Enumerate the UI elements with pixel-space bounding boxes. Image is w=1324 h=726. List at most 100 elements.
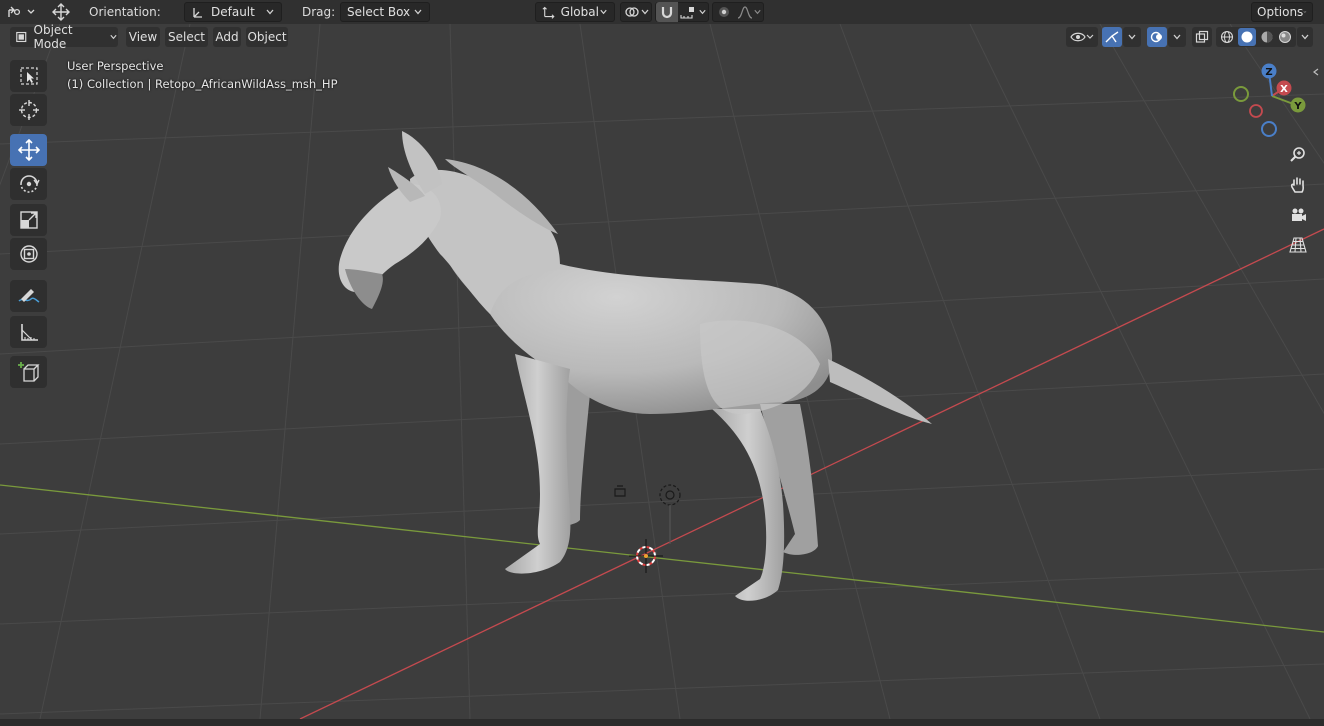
- viewport-header: Object Mode View Select Add Object: [0, 23, 1324, 51]
- snap-toggle[interactable]: [656, 2, 678, 22]
- proportional-edit-group: [712, 2, 764, 22]
- neg-z-axis-handle: [1261, 121, 1277, 137]
- menu-view[interactable]: View: [126, 27, 160, 47]
- scale-tool[interactable]: [10, 204, 47, 236]
- menu-add[interactable]: Add: [213, 27, 241, 47]
- drag-label: Drag:: [302, 5, 336, 19]
- add-cube-icon: [17, 362, 40, 382]
- grid-perspective-icon: [1289, 237, 1307, 253]
- menu-object[interactable]: Object: [246, 27, 288, 47]
- transform-tool[interactable]: [10, 238, 47, 270]
- eye-icon: [1070, 32, 1094, 42]
- options-dropdown[interactable]: Options: [1251, 2, 1313, 22]
- mode-label: Object Mode: [33, 23, 73, 51]
- menu-select[interactable]: Select: [165, 27, 208, 47]
- proportional-edit-icon: [719, 7, 729, 17]
- gizmo-toggle[interactable]: [1102, 27, 1122, 47]
- chevron-down-icon: [414, 9, 422, 15]
- rotate-icon: [19, 175, 40, 193]
- chevron-down-icon: [600, 9, 607, 15]
- object-mode-icon: [16, 31, 27, 43]
- neg-y-axis-handle: [1233, 86, 1249, 102]
- chevron-down-icon: [753, 9, 761, 15]
- overlays-toggle[interactable]: [1147, 27, 1167, 47]
- scale-icon: [19, 211, 38, 229]
- orientation-axis-icon: [193, 8, 202, 18]
- transform-pivot-icon[interactable]: [50, 2, 72, 22]
- camera-view-button[interactable]: [1285, 202, 1311, 228]
- pivot-point-dropdown[interactable]: [620, 2, 652, 22]
- zoom-magnifier-icon: [1290, 147, 1305, 162]
- editor-type-icon: [8, 6, 35, 17]
- pan-button[interactable]: [1285, 172, 1311, 198]
- overlays-icon: [1150, 31, 1162, 43]
- wireframe-shading-icon[interactable]: [1220, 30, 1234, 44]
- cursor-tool[interactable]: [10, 94, 47, 126]
- measure-ruler-icon: [20, 324, 38, 341]
- magnet-icon: [661, 7, 673, 19]
- measure-tool[interactable]: [10, 316, 47, 348]
- rendered-shading-icon[interactable]: [1278, 30, 1292, 44]
- chevron-down-icon: [110, 34, 117, 40]
- viewport-canvas: [0, 24, 1324, 719]
- annotate-tool[interactable]: [10, 280, 47, 312]
- falloff-curve-icon: [737, 6, 752, 19]
- tool-settings-bar: Orientation: Default Drag: Select Box Gl…: [0, 0, 1324, 24]
- xray-icon: [1195, 30, 1209, 43]
- gizmo-dropdown[interactable]: [1123, 27, 1141, 47]
- selectability-visibility-dropdown[interactable]: [1066, 27, 1098, 47]
- solid-shading-icon: [1241, 31, 1253, 43]
- falloff-dropdown[interactable]: [735, 2, 763, 22]
- options-label: Options: [1257, 5, 1304, 19]
- select-box-icon: [19, 67, 38, 85]
- transform-icon: [19, 245, 38, 263]
- rotate-tool[interactable]: [10, 168, 47, 200]
- transform-orientation-value: Global: [560, 5, 599, 19]
- drag-value: Select Box: [347, 5, 411, 19]
- sidebar-toggle-chevron-icon[interactable]: [1311, 67, 1321, 77]
- solid-shading-button[interactable]: [1238, 28, 1256, 46]
- shading-mode-group: [1216, 27, 1296, 47]
- hand-pan-icon: [1290, 177, 1305, 193]
- x-axis-label: X: [1280, 84, 1288, 95]
- view-name: User Perspective: [67, 59, 164, 73]
- gizmo-icon: [1105, 31, 1119, 43]
- add-cube-tool[interactable]: [10, 356, 47, 388]
- 3d-viewport[interactable]: [0, 24, 1324, 719]
- move-tool[interactable]: [10, 134, 47, 166]
- drag-dropdown[interactable]: Select Box: [340, 2, 430, 22]
- ortho-toggle-button[interactable]: [1285, 232, 1311, 258]
- collection-info: (1) Collection | Retopo_AfricanWildAss_m…: [67, 77, 338, 91]
- chevron-down-icon: [1173, 34, 1181, 40]
- chevron-down-icon: [1128, 34, 1136, 40]
- move-icon: [17, 139, 40, 161]
- proportional-edit-toggle[interactable]: [713, 2, 735, 22]
- neg-x-axis-handle: [1249, 104, 1263, 118]
- snap-group: [655, 2, 709, 22]
- overlays-dropdown[interactable]: [1168, 27, 1186, 47]
- transform-orientation-dropdown[interactable]: Global: [535, 2, 615, 22]
- chevron-down-icon: [1303, 11, 1307, 13]
- global-axis-icon: [542, 6, 555, 19]
- xray-toggle[interactable]: [1192, 27, 1212, 47]
- cursor-icon: [18, 100, 39, 120]
- orientation-value: Default: [211, 5, 255, 19]
- navigation-gizmo[interactable]: X Y Z: [1226, 60, 1318, 140]
- pivot-point-icon: [625, 7, 639, 17]
- status-strip: [0, 719, 1324, 726]
- orientation-dropdown[interactable]: Default: [184, 2, 282, 22]
- orientation-label: Orientation:: [89, 5, 161, 19]
- y-axis-label: Y: [1293, 101, 1302, 112]
- material-shading-icon[interactable]: [1260, 30, 1274, 44]
- chevron-down-icon: [698, 9, 706, 15]
- zoom-button[interactable]: [1285, 142, 1311, 168]
- shading-dropdown[interactable]: [1297, 27, 1313, 47]
- chevron-down-icon: [266, 9, 274, 15]
- select-box-tool[interactable]: [10, 60, 47, 92]
- chevron-down-icon: [641, 9, 649, 15]
- snap-target-dropdown[interactable]: [678, 2, 708, 22]
- z-axis-label: Z: [1265, 67, 1272, 78]
- object-mode-dropdown[interactable]: Object Mode: [10, 23, 118, 51]
- editor-type-button[interactable]: [4, 2, 38, 22]
- annotate-pencil-icon: [17, 289, 39, 303]
